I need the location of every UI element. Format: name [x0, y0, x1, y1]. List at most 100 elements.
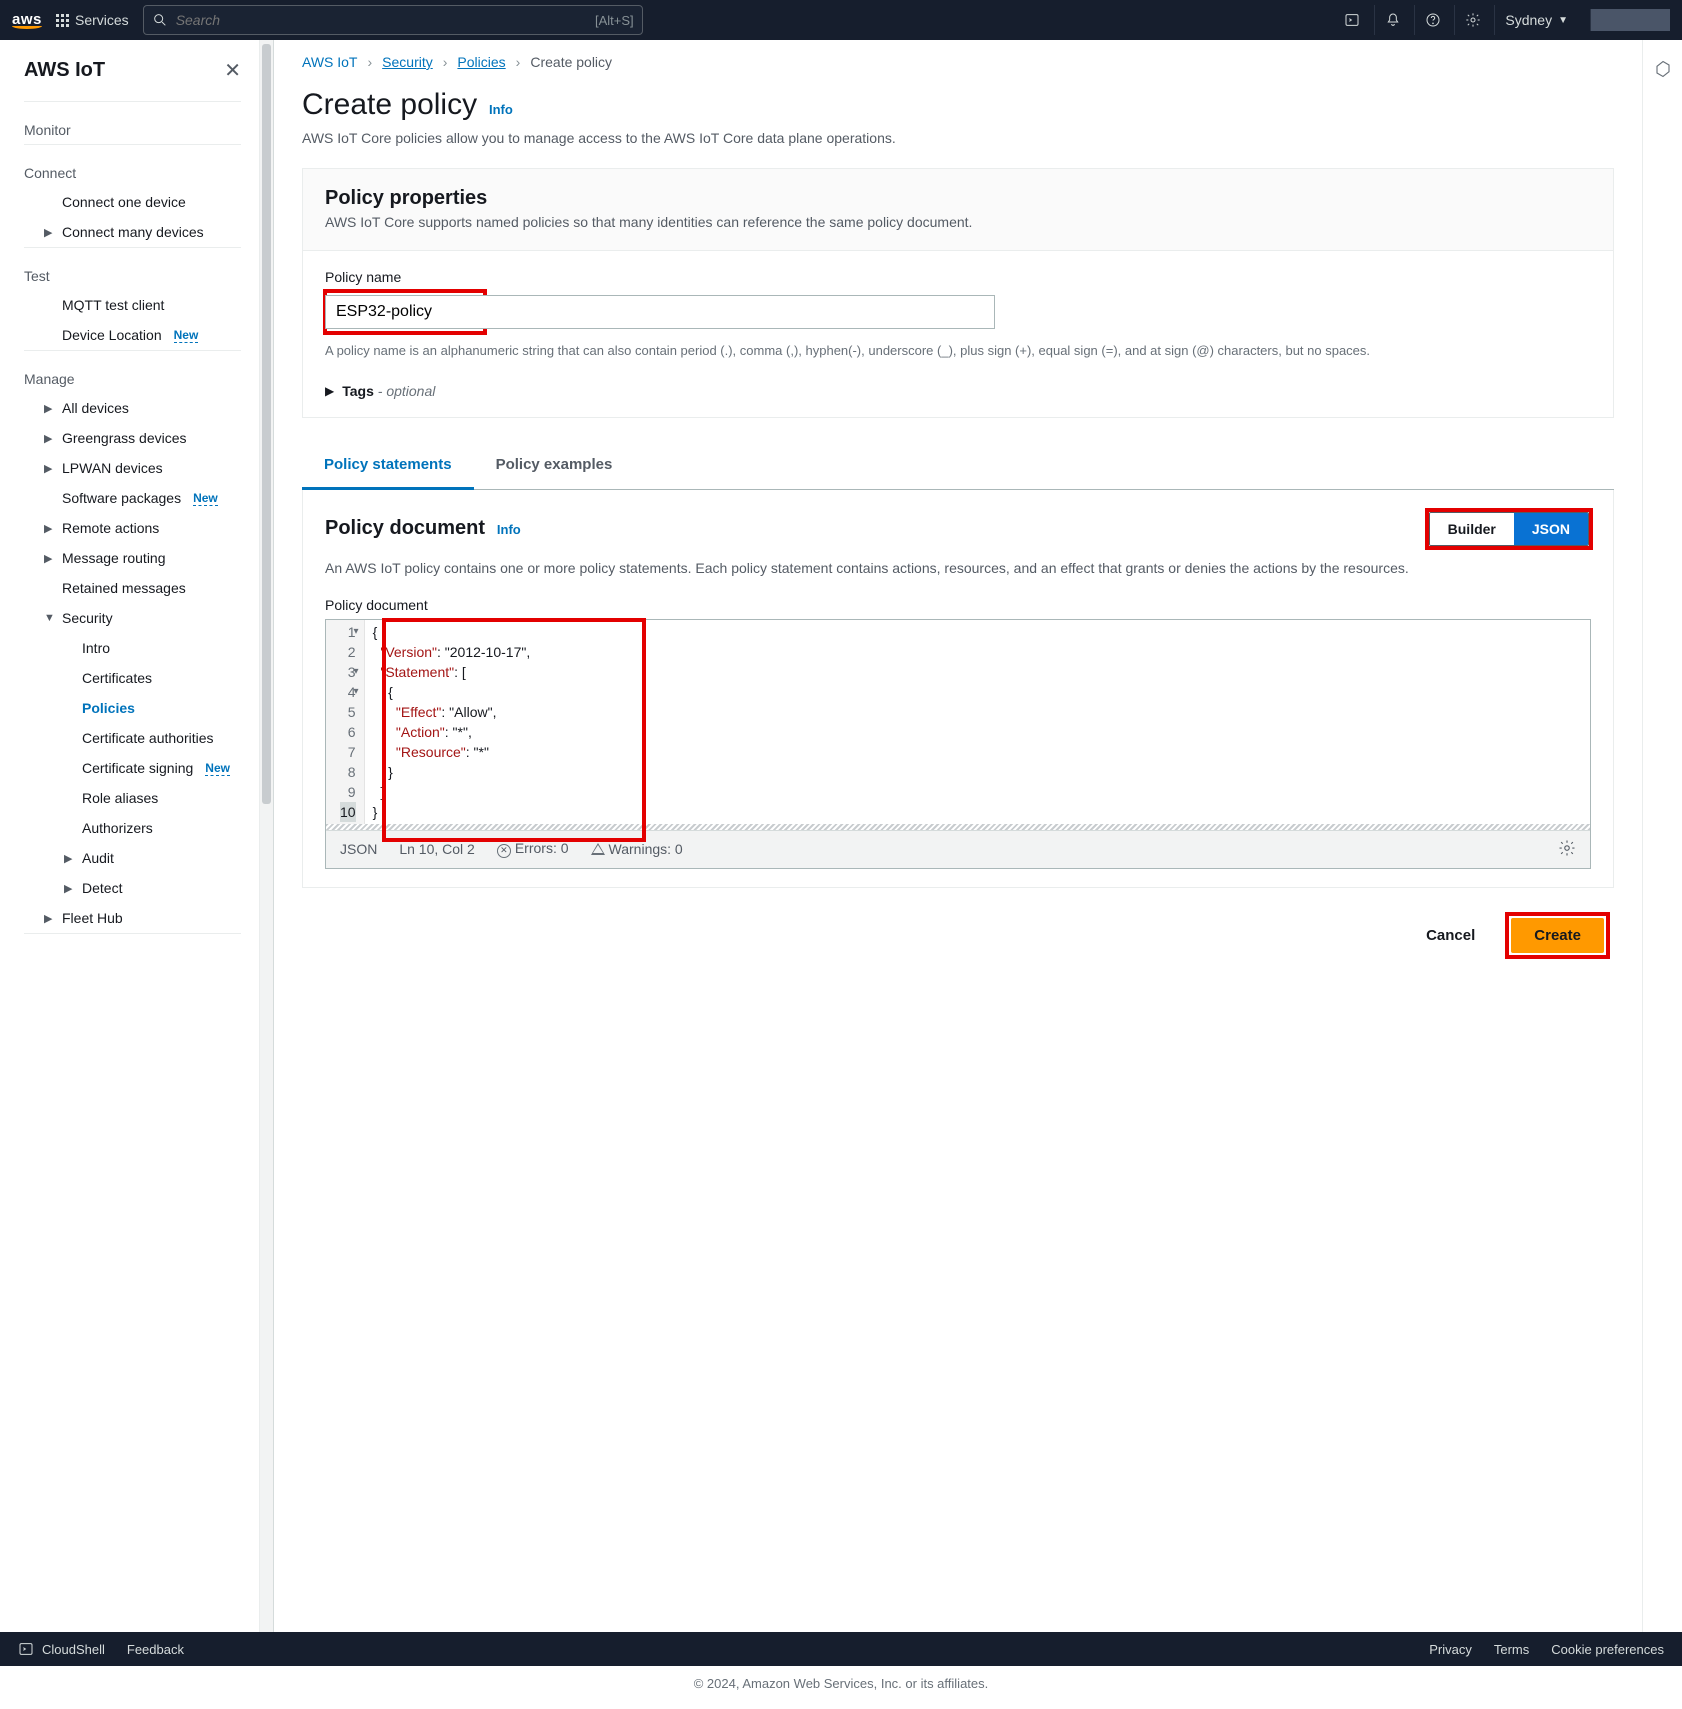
sidebar-close-icon[interactable]: ✕ — [224, 58, 241, 83]
sidebar-item-label: Audit — [82, 850, 114, 866]
sidebar-item-all-devices[interactable]: ▶ All devices — [0, 393, 259, 423]
tab-policy-statements[interactable]: Policy statements — [302, 442, 474, 490]
sidebar-item-label: Authorizers — [82, 820, 153, 836]
sidebar-item-fleet-hub[interactable]: ▶Fleet Hub — [0, 903, 259, 933]
notifications-icon[interactable] — [1374, 5, 1410, 35]
caret-right-icon: ▶ — [44, 226, 54, 239]
sidebar-item-label: Connect many devices — [62, 224, 204, 240]
service-sidebar: AWS IoT ✕ MonitorConnectConnect one devi… — [0, 40, 260, 1632]
breadcrumb-sep: › — [368, 54, 373, 70]
sidebar-item-label: Security — [62, 610, 113, 626]
global-search[interactable]: [Alt+S] — [143, 5, 643, 35]
tags-expander[interactable]: ▶ Tags - optional — [325, 383, 1591, 399]
sidebar-item-intro[interactable]: Intro — [0, 633, 259, 663]
search-icon — [152, 12, 168, 28]
sidebar-item-certificate-authorities[interactable]: Certificate authorities — [0, 723, 259, 753]
policy-document-info-link[interactable]: Info — [497, 522, 521, 537]
new-badge: New — [174, 328, 199, 343]
editor-mode-toggle: Builder JSON — [1429, 512, 1589, 546]
error-icon: ✕ — [497, 844, 511, 858]
search-input[interactable] — [176, 12, 587, 28]
caret-right-icon: ▶ — [64, 882, 74, 895]
policy-properties-heading: Policy properties — [325, 187, 1591, 210]
tab-policy-examples[interactable]: Policy examples — [474, 442, 635, 489]
policy-properties-panel: Policy properties AWS IoT Core supports … — [302, 168, 1614, 418]
policy-name-input[interactable] — [325, 295, 995, 329]
caret-right-icon: ▶ — [44, 402, 54, 415]
policy-name-help: A policy name is an alphanumeric string … — [325, 341, 1591, 361]
editor-settings-icon[interactable] — [1558, 839, 1576, 860]
policy-document-heading: Policy document — [325, 517, 485, 540]
breadcrumb-item: Create policy — [530, 54, 612, 70]
sidebar-scrollbar[interactable] — [260, 40, 274, 1632]
cancel-button[interactable]: Cancel — [1404, 914, 1497, 957]
toggle-json-button[interactable]: JSON — [1514, 513, 1588, 545]
sidebar-item-connect-many-devices[interactable]: ▶ Connect many devices — [0, 217, 259, 247]
sidebar-item-security[interactable]: ▼Security — [0, 603, 259, 633]
policy-document-panel: Policy document Info Builder JSON An AWS… — [302, 490, 1614, 888]
sidebar-item-lpwan-devices[interactable]: ▶LPWAN devices — [0, 453, 259, 483]
sidebar-item-greengrass-devices[interactable]: ▶Greengrass devices — [0, 423, 259, 453]
toggle-builder-button[interactable]: Builder — [1430, 513, 1514, 545]
services-menu[interactable]: Services — [56, 12, 129, 28]
sidebar-item-device-location[interactable]: Device LocationNew — [0, 320, 259, 350]
create-button[interactable]: Create — [1511, 918, 1604, 953]
sidebar-item-label: Policies — [82, 700, 135, 716]
terms-link[interactable]: Terms — [1494, 1642, 1529, 1657]
sidebar-item-detect[interactable]: ▶ Detect — [0, 873, 259, 903]
sidebar-item-policies[interactable]: Policies — [0, 693, 259, 723]
breadcrumb-item[interactable]: Security — [382, 54, 433, 70]
region-selector[interactable]: Sydney ▼ — [1494, 5, 1578, 35]
sidebar-item-connect-one-device[interactable]: Connect one device — [0, 187, 259, 217]
breadcrumb: AWS IoT›Security›Policies›Create policy — [302, 54, 1614, 70]
resource-hex-icon[interactable] — [1654, 60, 1672, 78]
sidebar-section-title: Test — [0, 262, 259, 290]
sidebar-item-label: Certificates — [82, 670, 152, 686]
sidebar-item-label: Retained messages — [62, 580, 186, 596]
privacy-link[interactable]: Privacy — [1429, 1642, 1472, 1657]
editor-label: Policy document — [303, 597, 1613, 619]
sidebar-item-label: Intro — [82, 640, 110, 656]
sidebar-item-certificates[interactable]: Certificates — [0, 663, 259, 693]
breadcrumb-item[interactable]: AWS IoT — [302, 54, 358, 70]
sidebar-item-audit[interactable]: ▶Audit — [0, 843, 259, 873]
sidebar-item-message-routing[interactable]: ▶ Message routing — [0, 543, 259, 573]
sidebar-item-label: Message routing — [62, 550, 166, 566]
aws-logo[interactable]: aws — [12, 11, 42, 29]
feedback-link[interactable]: Feedback — [127, 1642, 184, 1657]
policy-document-desc: An AWS IoT policy contains one or more p… — [303, 552, 1613, 597]
copyright: © 2024, Amazon Web Services, Inc. or its… — [0, 1666, 1682, 1709]
sidebar-item-authorizers[interactable]: Authorizers — [0, 813, 259, 843]
warning-icon — [591, 843, 605, 855]
sidebar-section-title: Connect — [0, 159, 259, 187]
breadcrumb-item[interactable]: Policies — [457, 54, 505, 70]
sidebar-section-title: Monitor — [0, 116, 259, 144]
sidebar-item-retained-messages[interactable]: Retained messages — [0, 573, 259, 603]
caret-right-icon: ▶ — [44, 552, 54, 565]
sidebar-item-label: Remote actions — [62, 520, 159, 536]
policy-tabs: Policy statements Policy examples — [302, 442, 1614, 490]
sidebar-item-mqtt-test-client[interactable]: MQTT test client — [0, 290, 259, 320]
sidebar-item-remote-actions[interactable]: ▶ Remote actions — [0, 513, 259, 543]
sidebar-item-certificate-signing[interactable]: Certificate signingNew — [0, 753, 259, 783]
editor-lang: JSON — [340, 841, 377, 857]
chevron-down-icon: ▼ — [1558, 15, 1568, 26]
settings-icon[interactable] — [1454, 5, 1490, 35]
page-info-link[interactable]: Info — [489, 102, 513, 117]
sidebar-item-label: Certificate signing — [82, 760, 193, 776]
sidebar-item-label: LPWAN devices — [62, 460, 163, 476]
sidebar-item-label: All devices — [62, 400, 129, 416]
sidebar-item-software-packages[interactable]: Software packagesNew — [0, 483, 259, 513]
help-icon[interactable] — [1414, 5, 1450, 35]
json-editor[interactable]: 12345678910 { "Version": "2012-10-17", "… — [325, 619, 1591, 869]
account-menu[interactable] — [1590, 9, 1670, 31]
cloudshell-icon[interactable] — [1334, 5, 1370, 35]
sidebar-item-label: Detect — [82, 880, 122, 896]
editor-errors: ✕Errors: 0 — [497, 840, 569, 858]
cloudshell-link[interactable]: CloudShell — [42, 1642, 105, 1657]
cookie-preferences-link[interactable]: Cookie preferences — [1551, 1642, 1664, 1657]
sidebar-item-label: Connect one device — [62, 194, 186, 210]
caret-right-icon: ▶ — [44, 522, 54, 535]
sidebar-item-role-aliases[interactable]: Role aliases — [0, 783, 259, 813]
global-nav: aws Services [Alt+S] Sydney ▼ — [0, 0, 1682, 40]
